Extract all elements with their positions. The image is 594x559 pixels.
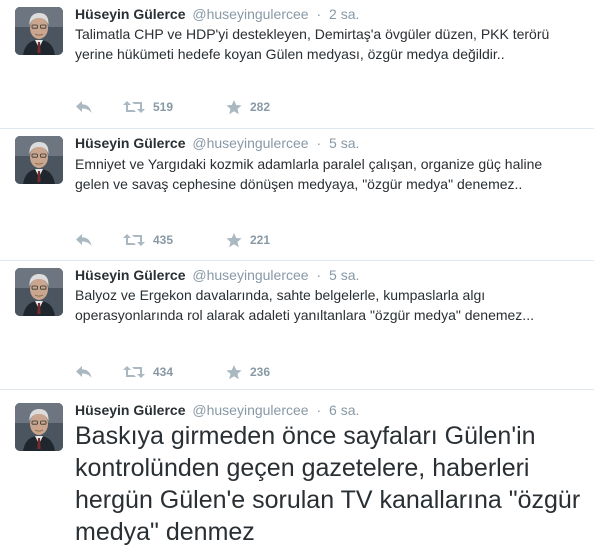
star-icon xyxy=(226,99,242,114)
retweet-count: 434 xyxy=(153,365,174,379)
retweet-count: 519 xyxy=(153,100,174,114)
tweet-header: Hüseyin Gülerce @huseyingulercee · 5 sa. xyxy=(75,265,359,285)
tweet-timestamp[interactable]: 2 sa. xyxy=(329,6,359,22)
reply-button[interactable] xyxy=(75,362,93,382)
reply-icon xyxy=(76,101,92,113)
favorite-button[interactable]: 221 xyxy=(226,230,270,250)
tweet-text: Balyoz ve Ergekon davalarında, sahte bel… xyxy=(75,287,534,323)
tweet-header: Hüseyin Gülerce @huseyingulercee · 5 sa. xyxy=(75,133,359,153)
favorite-count: 236 xyxy=(250,365,271,379)
retweet-icon xyxy=(123,101,145,113)
author-username[interactable]: @huseyingulercee xyxy=(192,267,308,283)
separator-dot: · xyxy=(316,402,322,418)
star-icon xyxy=(226,364,242,379)
author-username[interactable]: @huseyingulercee xyxy=(192,6,308,22)
author-username[interactable]: @huseyingulercee xyxy=(192,402,308,418)
retweet-icon xyxy=(123,366,145,378)
tweet-text: Baskıya girmeden önce sayfaları Gülen'in… xyxy=(75,422,581,546)
reply-icon xyxy=(76,234,92,246)
tweet-text: Talimatla CHP ve HDP'yi destekleyen, Dem… xyxy=(75,26,550,62)
tweet-item[interactable]: Hüseyin Gülerce @huseyingulercee · 5 sa.… xyxy=(0,129,594,261)
tweet-header: Hüseyin Gülerce @huseyingulercee · 2 sa. xyxy=(75,4,359,24)
favorite-button[interactable]: 282 xyxy=(226,97,270,117)
author-fullname[interactable]: Hüseyin Gülerce xyxy=(75,267,186,283)
tweet-item[interactable]: Hüseyin Gülerce @huseyingulercee · 2 sa.… xyxy=(0,0,594,129)
author-fullname[interactable]: Hüseyin Gülerce xyxy=(75,6,186,22)
favorite-button[interactable]: 236 xyxy=(226,362,270,382)
author-fullname[interactable]: Hüseyin Gülerce xyxy=(75,135,186,151)
retweet-button[interactable]: 435 xyxy=(123,230,173,250)
tweet-item[interactable]: Hüseyin Gülerce @huseyingulercee · 6 sa.… xyxy=(0,390,594,559)
separator-dot: · xyxy=(316,135,322,151)
tweet-text: Emniyet ve Yargıdaki kozmik adamlarla pa… xyxy=(75,156,543,192)
tweet-timestamp[interactable]: 6 sa. xyxy=(329,402,359,418)
star-icon xyxy=(226,232,242,247)
avatar[interactable] xyxy=(15,7,63,55)
avatar-image xyxy=(15,136,63,184)
avatar-image xyxy=(15,403,63,451)
tweet-header: Hüseyin Gülerce @huseyingulercee · 6 sa. xyxy=(75,400,359,420)
favorite-count: 221 xyxy=(250,233,271,247)
tweet-item[interactable]: Hüseyin Gülerce @huseyingulercee · 5 sa.… xyxy=(0,261,594,390)
avatar-image xyxy=(15,268,63,316)
tweet-timestamp[interactable]: 5 sa. xyxy=(329,267,359,283)
favorite-count: 282 xyxy=(250,100,271,114)
author-fullname[interactable]: Hüseyin Gülerce xyxy=(75,402,186,418)
separator-dot: · xyxy=(316,267,322,283)
tweet-timeline: Hüseyin Gülerce @huseyingulercee · 2 sa.… xyxy=(0,0,594,559)
avatar-image xyxy=(15,7,63,55)
retweet-button[interactable]: 519 xyxy=(123,97,173,117)
tweet-timestamp[interactable]: 5 sa. xyxy=(329,135,359,151)
reply-button[interactable] xyxy=(75,97,93,117)
separator-dot: · xyxy=(316,6,322,22)
retweet-icon xyxy=(123,234,145,246)
author-username[interactable]: @huseyingulercee xyxy=(192,135,308,151)
avatar[interactable] xyxy=(15,268,63,316)
reply-icon xyxy=(76,366,92,378)
avatar[interactable] xyxy=(15,136,63,184)
retweet-count: 435 xyxy=(153,233,174,247)
retweet-button[interactable]: 434 xyxy=(123,362,173,382)
reply-button[interactable] xyxy=(75,230,93,250)
avatar[interactable] xyxy=(15,403,63,451)
